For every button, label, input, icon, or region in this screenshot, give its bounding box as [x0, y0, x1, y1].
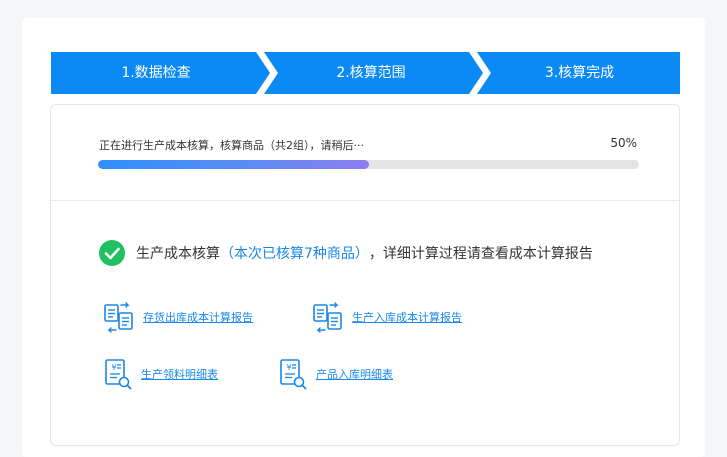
check-circle-icon	[99, 240, 125, 266]
svg-text:¥: ¥	[287, 363, 292, 372]
link-material-requisition-detail[interactable]: ¥ 生产领料明细表	[103, 358, 218, 390]
link-inventory-outbound-report[interactable]: 存货出库成本计算报告	[103, 301, 253, 333]
result-panel: 正在进行生产成本核算，核算商品（共2组），请稍后··· 50% 生产成本核算 （…	[50, 104, 680, 446]
step-3-label: 3.核算完成	[544, 65, 615, 81]
report-transfer-icon	[104, 302, 133, 333]
link-product-inbound-detail[interactable]: ¥ 产品入库明细表	[278, 358, 393, 390]
divider	[51, 200, 679, 201]
progress-bar-fill	[98, 160, 369, 169]
progress-message: 正在进行生产成本核算，核算商品（共2组），请稍后···	[99, 139, 364, 152]
link-production-inbound-report[interactable]: 生产入库成本计算报告	[312, 301, 462, 333]
link-label[interactable]: 产品入库明细表	[316, 366, 393, 382]
report-transfer-icon	[313, 302, 342, 333]
svg-text:¥: ¥	[112, 363, 117, 372]
result-prefix: 生产成本核算	[136, 246, 220, 262]
link-label[interactable]: 生产入库成本计算报告	[352, 309, 462, 325]
result-summary: 生产成本核算 （本次已核算7种商品） ，详细计算过程请查看成本计算报告	[98, 239, 593, 267]
result-highlight: （本次已核算7种商品）	[220, 246, 369, 262]
ledger-search-icon: ¥	[105, 359, 132, 390]
link-label[interactable]: 生产领料明细表	[141, 366, 218, 382]
result-suffix: ，详细计算过程请查看成本计算报告	[368, 246, 593, 262]
step-indicator: 1.数据检查 2.核算范围 3.核算完成	[51, 52, 680, 94]
progress-percent: 50%	[610, 136, 637, 150]
step-1-label: 1.数据检查	[121, 65, 191, 81]
progress-bar	[98, 160, 639, 169]
ledger-search-icon: ¥	[280, 359, 307, 390]
step-2-label: 2.核算范围	[336, 65, 406, 81]
link-label[interactable]: 存货出库成本计算报告	[143, 309, 253, 325]
